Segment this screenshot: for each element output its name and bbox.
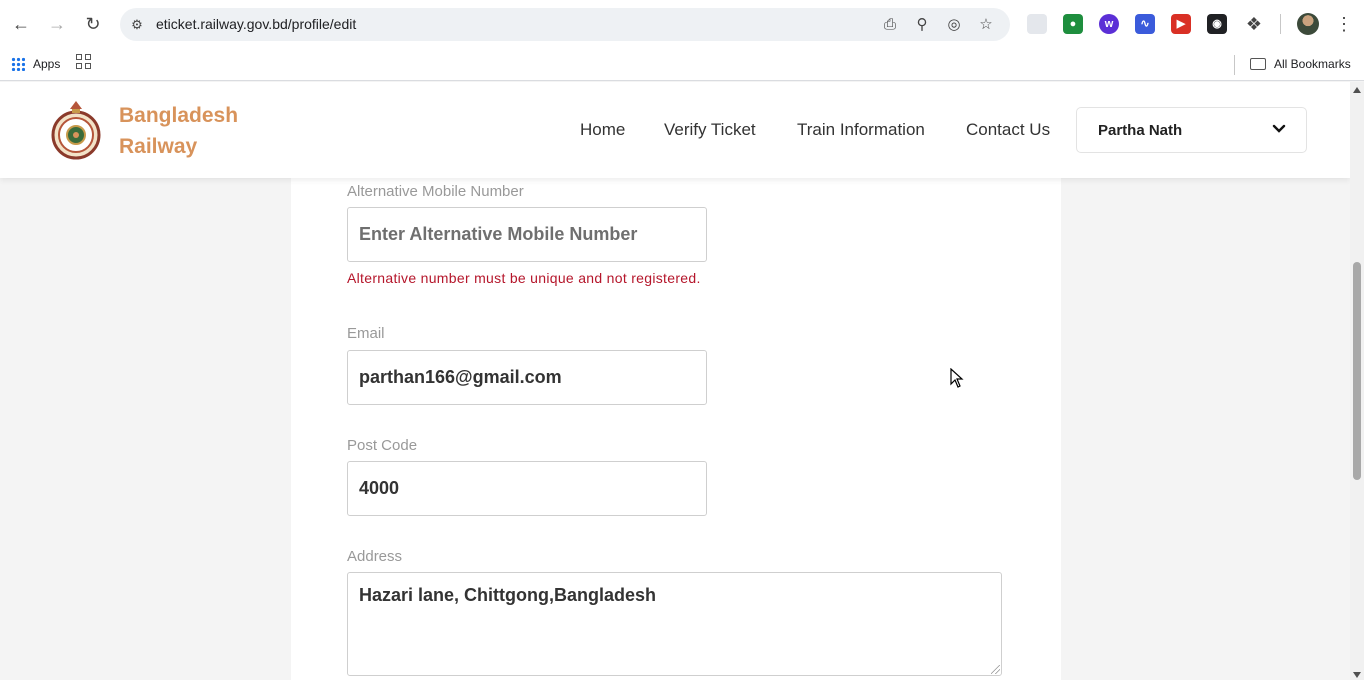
star-icon[interactable]: ☆: [976, 15, 996, 35]
apps-label: Apps: [33, 57, 61, 71]
address-textarea[interactable]: Hazari lane, Chittgong,Bangladesh: [347, 572, 1002, 676]
chevron-down-icon: [1272, 124, 1286, 133]
apps-grid-icon: [11, 57, 25, 71]
extension-icon-2[interactable]: ●: [1063, 14, 1083, 34]
extension-icon-4[interactable]: ∿: [1135, 14, 1155, 34]
tab-groups-icon[interactable]: [76, 54, 92, 70]
menu-icon[interactable]: ⋮: [1334, 12, 1354, 36]
railway-logo[interactable]: [50, 99, 102, 163]
all-bookmarks[interactable]: All Bookmarks: [1250, 54, 1351, 74]
toolbar-divider: [1280, 14, 1281, 34]
scroll-up-arrow[interactable]: [1353, 87, 1361, 93]
bookmarks-bar: Apps All Bookmarks: [0, 48, 1364, 81]
nav-home[interactable]: Home: [580, 120, 625, 140]
scroll-thumb[interactable]: [1353, 262, 1361, 480]
reload-icon[interactable]: ↻: [81, 12, 105, 36]
zoom-icon[interactable]: ⚲: [912, 15, 932, 35]
all-bookmarks-label: All Bookmarks: [1274, 57, 1351, 71]
email-label: Email: [347, 325, 385, 342]
extension-icon-6[interactable]: ◉: [1207, 14, 1227, 34]
site-header: Bangladesh Railway Home Verify Ticket Tr…: [0, 82, 1350, 178]
nav-contact-us[interactable]: Contact Us: [966, 120, 1050, 140]
alt-mobile-label: Alternative Mobile Number: [347, 183, 524, 200]
resize-handle[interactable]: [991, 665, 1000, 674]
browser-toolbar: ← → ↻ ⚙ eticket.railway.gov.bd/profile/e…: [0, 0, 1364, 48]
extension-icon-3[interactable]: w: [1099, 14, 1119, 34]
address-label: Address: [347, 548, 403, 565]
puzzle-icon[interactable]: ❖: [1242, 12, 1266, 36]
brand-name[interactable]: Bangladesh Railway: [119, 100, 238, 162]
address-text: Hazari lane, Chittgong,Bangladesh: [359, 585, 657, 605]
bookmarks-divider: [1234, 55, 1235, 75]
nav-verify-ticket[interactable]: Verify Ticket: [664, 120, 756, 140]
mouse-cursor-icon: [950, 368, 964, 388]
extension-icon-1[interactable]: [1027, 14, 1047, 34]
eye-off-icon[interactable]: ◎: [944, 15, 964, 35]
address-bar[interactable]: ⚙ eticket.railway.gov.bd/profile/edit ⎙ …: [120, 8, 1010, 41]
install-icon[interactable]: ⎙: [880, 15, 900, 35]
back-icon[interactable]: ←: [9, 12, 33, 36]
email-field[interactable]: parthan166@gmail.com: [347, 350, 707, 405]
alt-mobile-input[interactable]: Enter Alternative Mobile Number: [347, 207, 707, 262]
user-menu-dropdown[interactable]: Partha Nath: [1076, 107, 1307, 153]
brand-line-1: Bangladesh: [119, 104, 239, 127]
bookmark-apps[interactable]: Apps: [11, 54, 60, 74]
url-text[interactable]: eticket.railway.gov.bd/profile/edit: [156, 16, 356, 32]
extension-icon-5[interactable]: ▶: [1171, 14, 1191, 34]
brand-line-2: Railway: [119, 135, 198, 158]
post-code-field[interactable]: 4000: [347, 461, 707, 516]
site-settings-icon[interactable]: ⚙: [128, 16, 146, 34]
profile-avatar[interactable]: [1297, 13, 1319, 35]
folder-icon: [1250, 58, 1266, 70]
page-scrollbar[interactable]: [1350, 82, 1364, 680]
forward-icon[interactable]: →: [45, 12, 69, 36]
post-code-label: Post Code: [347, 437, 418, 454]
scroll-down-arrow[interactable]: [1353, 672, 1361, 678]
alt-mobile-error: Alternative number must be unique and no…: [347, 270, 701, 286]
user-name: Partha Nath: [1098, 122, 1183, 139]
nav-train-information[interactable]: Train Information: [797, 120, 925, 140]
page-viewport: Bangladesh Railway Home Verify Ticket Tr…: [0, 82, 1350, 680]
